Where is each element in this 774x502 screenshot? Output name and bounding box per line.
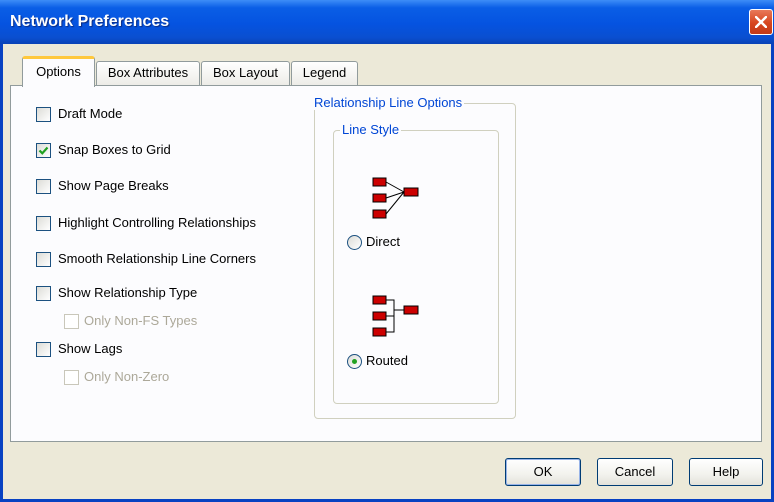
tab-options[interactable]: Options	[22, 56, 95, 87]
tab-box-attributes[interactable]: Box Attributes	[96, 61, 200, 86]
checkbox-box[interactable]	[36, 107, 51, 122]
tab-legend[interactable]: Legend	[291, 61, 358, 86]
radio-label: Direct	[366, 234, 400, 249]
checkbox-box[interactable]	[36, 342, 51, 357]
radio-button[interactable]	[347, 235, 362, 250]
radio-label: Routed	[366, 353, 408, 368]
help-button[interactable]: Help	[689, 458, 763, 486]
checkbox-box	[64, 314, 79, 329]
checkbox-box[interactable]	[36, 252, 51, 267]
title-bar: Network Preferences	[0, 0, 774, 44]
close-button[interactable]	[749, 9, 773, 35]
checkbox-label: Show Lags	[58, 341, 123, 356]
checkbox-label: Show Relationship Type	[58, 285, 198, 300]
checkbox-label: Snap Boxes to Grid	[58, 142, 171, 157]
checkbox-box[interactable]	[36, 286, 51, 301]
tab-box-layout[interactable]: Box Layout	[201, 61, 290, 86]
checkbox-label: Draft Mode	[58, 106, 123, 121]
checkbox-label: Only Non-FS Types	[84, 313, 198, 328]
checkbox-box[interactable]	[36, 179, 51, 194]
checkbox-label: Highlight Controlling Relationships	[58, 215, 256, 230]
window-frame-left	[0, 44, 3, 502]
checkmark-icon	[38, 146, 49, 155]
line-style-caption: Line Style	[340, 122, 402, 137]
direct-line-icon	[372, 177, 419, 219]
relationship-line-options-caption: Relationship Line Options	[312, 95, 465, 110]
dialog-window: Network Preferences Options Box Attribut…	[0, 0, 774, 502]
radio-selected-dot	[352, 359, 357, 364]
checkbox-label: Smooth Relationship Line Corners	[58, 251, 256, 266]
ok-button[interactable]: OK	[505, 458, 581, 486]
checkbox-box	[64, 370, 79, 385]
routed-line-icon	[372, 295, 419, 337]
radio-button[interactable]	[347, 354, 362, 369]
checkbox-label: Show Page Breaks	[58, 178, 169, 193]
cancel-button[interactable]: Cancel	[597, 458, 673, 486]
checkbox-label: Only Non-Zero	[84, 369, 170, 384]
window-title: Network Preferences	[10, 13, 170, 30]
close-icon	[755, 16, 767, 28]
checkbox-box[interactable]	[36, 216, 51, 231]
checkbox-box[interactable]	[36, 143, 51, 158]
